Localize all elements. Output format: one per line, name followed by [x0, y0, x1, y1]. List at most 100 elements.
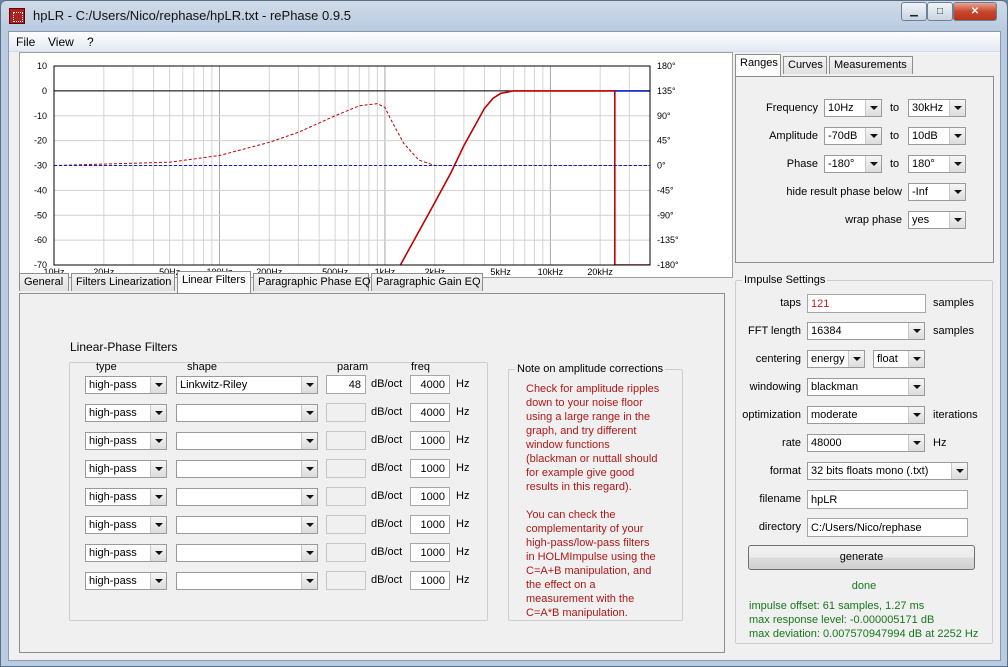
filter-shape-select[interactable] [176, 432, 318, 450]
amplitude-to-select[interactable]: 10dB [908, 127, 966, 145]
filter-shape-select[interactable] [176, 460, 318, 478]
ranges-panel: Frequency 10Hz to 30kHz Amplitude -70dB … [735, 76, 994, 263]
filter-param-input[interactable] [326, 403, 366, 422]
filter-param-input[interactable] [326, 487, 366, 506]
param-unit: dB/oct [371, 434, 403, 446]
filter-type-select[interactable]: high-pass [85, 488, 167, 506]
centering-select[interactable]: energy [807, 350, 865, 368]
tab-linear-filters[interactable]: Linear Filters [177, 271, 251, 293]
filter-param-input[interactable] [326, 515, 366, 534]
tab-ranges[interactable]: Ranges [735, 54, 781, 76]
rate-select[interactable]: 48000 [807, 434, 925, 452]
chevron-down-icon [908, 407, 924, 423]
response-chart[interactable]: 100-10-20-30-40-50-60-70180°135°90°45°0°… [20, 53, 732, 277]
param-unit: dB/oct [371, 546, 403, 558]
y-right-tick-label: 45° [657, 136, 671, 146]
close-button[interactable]: ✕ [953, 2, 997, 21]
taps-input[interactable]: 121 [807, 294, 926, 313]
frequency-from-select[interactable]: 10Hz [824, 99, 882, 117]
amplitude-from-value: -70dB [828, 130, 858, 142]
tab-measurements[interactable]: Measurements [829, 56, 913, 74]
menu-view[interactable]: View [48, 35, 74, 49]
centering-mode-select[interactable]: float [873, 350, 925, 368]
filter-freq-input[interactable]: 4000 [410, 403, 450, 422]
to-label: to [890, 158, 900, 170]
param-unit: dB/oct [371, 462, 403, 474]
note-text: Check for amplitude ripples down to your … [526, 382, 659, 620]
frequency-to-value: 30kHz [912, 102, 944, 114]
response-graph[interactable]: 10 0 -10 -20 -30 -40 -50 -60 -70 180° 135° 90° 45° 0°… [19, 52, 733, 278]
filter-shape-select[interactable] [176, 544, 318, 562]
filter-shape-select[interactable] [176, 404, 318, 422]
y-left-tick-label: -10 [34, 111, 47, 121]
filter-type-value: high-pass [89, 519, 137, 531]
amplitude-from-select[interactable]: -70dB [824, 127, 882, 145]
filter-type-select[interactable]: high-pass [85, 376, 167, 394]
note-line [526, 494, 659, 508]
filter-shape-select[interactable]: Linkwitz-Riley [176, 376, 318, 394]
filter-type-value: high-pass [89, 435, 137, 447]
filter-freq-input[interactable]: 1000 [410, 431, 450, 450]
filter-freq-input[interactable]: 4000 [410, 375, 450, 394]
optimization-select[interactable]: moderate [807, 406, 925, 424]
filter-type-select[interactable]: high-pass [85, 572, 167, 590]
frequency-label: Frequency [766, 102, 818, 114]
directory-label: directory [758, 521, 801, 533]
filename-input[interactable]: hpLR [807, 490, 968, 509]
chevron-down-icon [301, 545, 317, 561]
chevron-down-icon [908, 323, 924, 339]
chevron-down-icon [949, 184, 965, 200]
filter-freq-input[interactable]: 1000 [410, 487, 450, 506]
tab-general[interactable]: General [19, 273, 69, 291]
filename-label: filename [759, 493, 801, 505]
menu-file[interactable]: File [16, 35, 35, 49]
wrap-phase-select[interactable]: yes [908, 211, 966, 229]
generate-button[interactable]: generate [748, 545, 975, 570]
filter-param-input[interactable] [326, 459, 366, 478]
note-line: Check for amplitude ripples [526, 383, 660, 395]
filter-row: high-pass dB/oct 1000 Hz [70, 431, 487, 452]
filter-freq-input[interactable]: 1000 [410, 459, 450, 478]
rate-value: 48000 [811, 437, 842, 449]
tab-paragraphic-phase-eq[interactable]: Paragraphic Phase EQ [253, 273, 371, 291]
filter-shape-select[interactable] [176, 572, 318, 590]
filter-param-input[interactable] [326, 431, 366, 450]
phase-from-select[interactable]: -180° [824, 155, 882, 173]
windowing-select[interactable]: blackman [807, 378, 925, 396]
menu-help[interactable]: ? [87, 35, 94, 49]
format-select[interactable]: 32 bits floats mono (.txt) [807, 462, 968, 480]
param-unit: dB/oct [371, 490, 403, 502]
tab-paragraphic-gain-eq[interactable]: Paragraphic Gain EQ [371, 273, 483, 291]
filter-shape-select[interactable] [176, 488, 318, 506]
col-type-header: type [96, 361, 117, 373]
note-line: You can check the [526, 509, 616, 521]
minimize-button[interactable]: ▁ [901, 2, 927, 21]
amplitude-label: Amplitude [769, 130, 818, 142]
freq-unit: Hz [456, 462, 470, 474]
frequency-to-select[interactable]: 30kHz [908, 99, 966, 117]
freq-unit: Hz [456, 434, 470, 446]
hide-phase-select[interactable]: -Inf [908, 183, 966, 201]
filter-shape-select[interactable] [176, 516, 318, 534]
maximize-button[interactable]: □ [927, 2, 953, 21]
phase-to-select[interactable]: 180° [908, 155, 966, 173]
title-bar[interactable]: hpLR - C:/Users/Nico/rephase/hpLR.txt - … [1, 1, 1007, 31]
filter-type-select[interactable]: high-pass [85, 460, 167, 478]
filter-param-input[interactable] [326, 571, 366, 590]
fft-select[interactable]: 16384 [807, 322, 925, 340]
filter-row: high-pass dB/oct 1000 Hz [70, 459, 487, 480]
filter-type-select[interactable]: high-pass [85, 404, 167, 422]
filter-param-input[interactable] [326, 543, 366, 562]
format-label: format [769, 465, 801, 477]
filter-freq-input[interactable]: 1000 [410, 571, 450, 590]
tab-filters-linearization[interactable]: Filters Linearization [71, 273, 175, 291]
tab-curves[interactable]: Curves [783, 56, 827, 74]
filter-freq-input[interactable]: 1000 [410, 543, 450, 562]
filter-type-select[interactable]: high-pass [85, 516, 167, 534]
filter-type-select[interactable]: high-pass [85, 432, 167, 450]
directory-input[interactable]: C:/Users/Nico/rephase [807, 518, 968, 537]
filter-param-input[interactable]: 48 [326, 375, 366, 394]
rate-label: rate [782, 437, 801, 449]
filter-type-select[interactable]: high-pass [85, 544, 167, 562]
filter-freq-input[interactable]: 1000 [410, 515, 450, 534]
